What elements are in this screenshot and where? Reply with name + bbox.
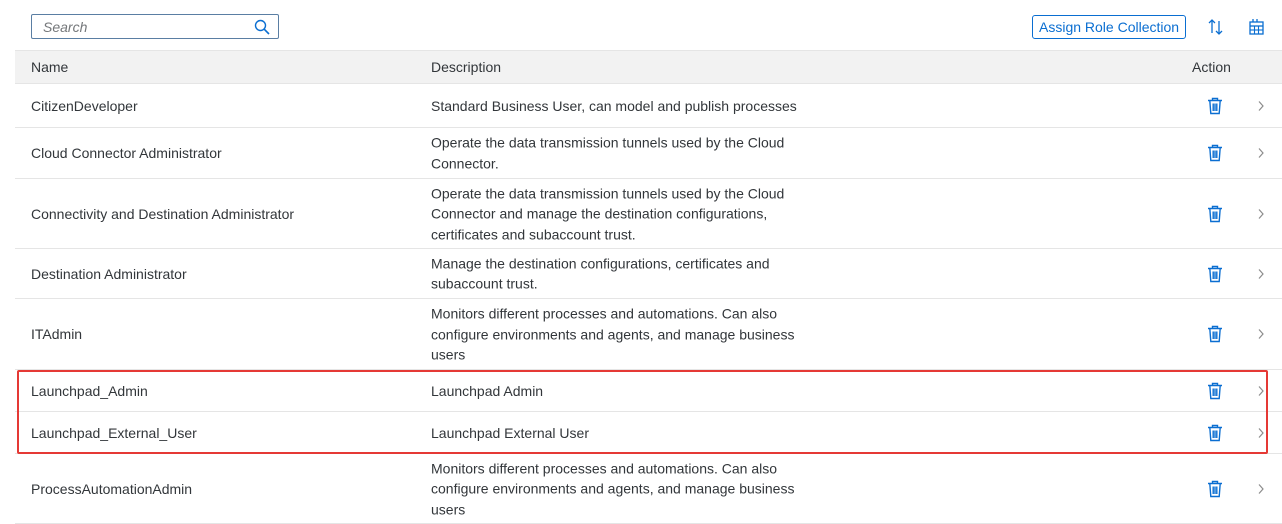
table-row[interactable]: Destination Administrator Manage the des…	[15, 249, 1282, 299]
table-row[interactable]: Connectivity and Destination Administrat…	[15, 179, 1282, 249]
row-name: Cloud Connector Administrator	[31, 145, 222, 161]
chevron-right-icon[interactable]	[1256, 427, 1266, 439]
row-name: Destination Administrator	[31, 265, 187, 282]
table-toolbar: Assign Role Collection	[0, 0, 1282, 50]
row-description: Launchpad External User	[431, 424, 589, 441]
trash-icon[interactable]	[1207, 480, 1223, 498]
table-settings-icon[interactable]	[1246, 17, 1266, 37]
search-field[interactable]	[31, 14, 279, 39]
row-name: Launchpad_External_User	[31, 424, 197, 441]
row-description: Standard Business User, can model and pu…	[431, 97, 797, 114]
table-row[interactable]: Cloud Connector Administrator Operate th…	[15, 128, 1282, 179]
table-row[interactable]: ITAdmin Monitors different processes and…	[15, 299, 1282, 370]
chevron-right-icon[interactable]	[1256, 147, 1266, 159]
trash-icon[interactable]	[1207, 265, 1223, 283]
search-icon[interactable]	[254, 19, 270, 35]
row-description: Operate the data transmission tunnels us…	[431, 184, 785, 242]
trash-icon[interactable]	[1207, 424, 1223, 442]
trash-icon[interactable]	[1207, 325, 1223, 343]
column-header-description[interactable]: Description	[431, 51, 501, 84]
chevron-right-icon[interactable]	[1256, 328, 1266, 340]
row-name: Launchpad_Admin	[31, 382, 148, 399]
column-header-action: Action	[1192, 59, 1231, 75]
chevron-right-icon[interactable]	[1256, 208, 1266, 220]
row-name: ProcessAutomationAdmin	[31, 480, 193, 497]
row-description: Launchpad Admin	[431, 382, 544, 399]
trash-icon[interactable]	[1207, 144, 1223, 162]
row-name: Connectivity and Destination Administrat…	[31, 205, 295, 222]
assign-role-collection-button[interactable]: Assign Role Collection	[1032, 15, 1187, 39]
search-input[interactable]	[32, 15, 253, 38]
chevron-right-icon[interactable]	[1256, 268, 1266, 280]
table-row[interactable]: Launchpad_External_User Launchpad Extern…	[15, 412, 1282, 454]
row-description: Monitors different processes and automat…	[431, 305, 795, 363]
row-name: ITAdmin	[31, 326, 83, 342]
row-description: Operate the data transmission tunnels us…	[431, 134, 785, 172]
role-collections-table: Name Description Action CitizenDeveloper…	[15, 50, 1282, 524]
sort-icon[interactable]	[1206, 17, 1226, 37]
table-row[interactable]: Launchpad_Admin Launchpad Admin	[15, 370, 1282, 412]
trash-icon[interactable]	[1207, 97, 1223, 115]
trash-icon[interactable]	[1207, 205, 1223, 223]
row-name: CitizenDeveloper	[31, 97, 138, 114]
table-row[interactable]: CitizenDeveloper Standard Business User,…	[15, 84, 1282, 128]
chevron-right-icon[interactable]	[1256, 483, 1266, 495]
chevron-right-icon[interactable]	[1256, 100, 1266, 112]
row-description: Manage the destination configurations, c…	[431, 255, 770, 292]
row-description: Monitors different processes and automat…	[431, 459, 795, 517]
column-header-name[interactable]: Name	[31, 51, 68, 84]
table-row[interactable]: ProcessAutomationAdmin Monitors differen…	[15, 454, 1282, 524]
chevron-right-icon[interactable]	[1256, 385, 1266, 397]
table-header: Name Description Action	[15, 50, 1282, 84]
trash-icon[interactable]	[1207, 382, 1223, 400]
